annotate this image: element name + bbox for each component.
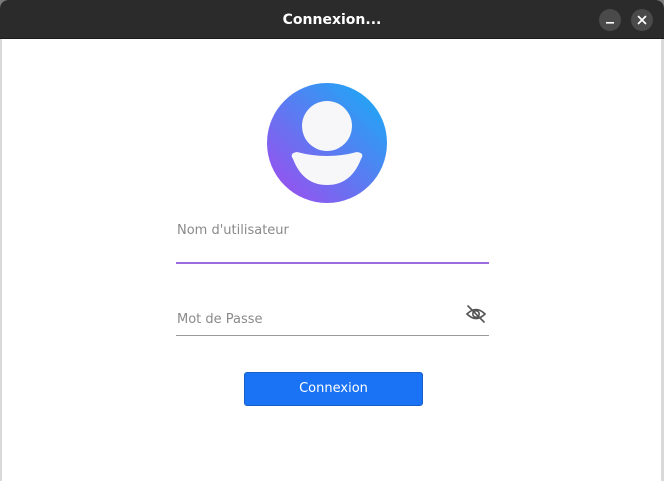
close-icon xyxy=(637,15,647,25)
eye-slash-icon[interactable] xyxy=(464,303,488,325)
window-title: Connexion... xyxy=(282,12,382,28)
close-button[interactable] xyxy=(631,9,653,31)
user-avatar-icon xyxy=(267,83,387,203)
minimize-icon xyxy=(606,22,614,24)
password-field[interactable]: Mot de Passe xyxy=(177,312,263,327)
password-underline xyxy=(176,335,489,336)
login-button[interactable]: Connexion xyxy=(244,372,423,406)
username-field[interactable]: Nom d'utilisateur xyxy=(177,223,289,238)
login-window: Connexion... Nom d'utilisateur Mot de Pa… xyxy=(0,0,664,481)
username-underline xyxy=(176,262,489,264)
window-left-border xyxy=(0,39,2,481)
title-bar[interactable]: Connexion... xyxy=(0,0,664,39)
minimize-button[interactable] xyxy=(599,9,621,31)
